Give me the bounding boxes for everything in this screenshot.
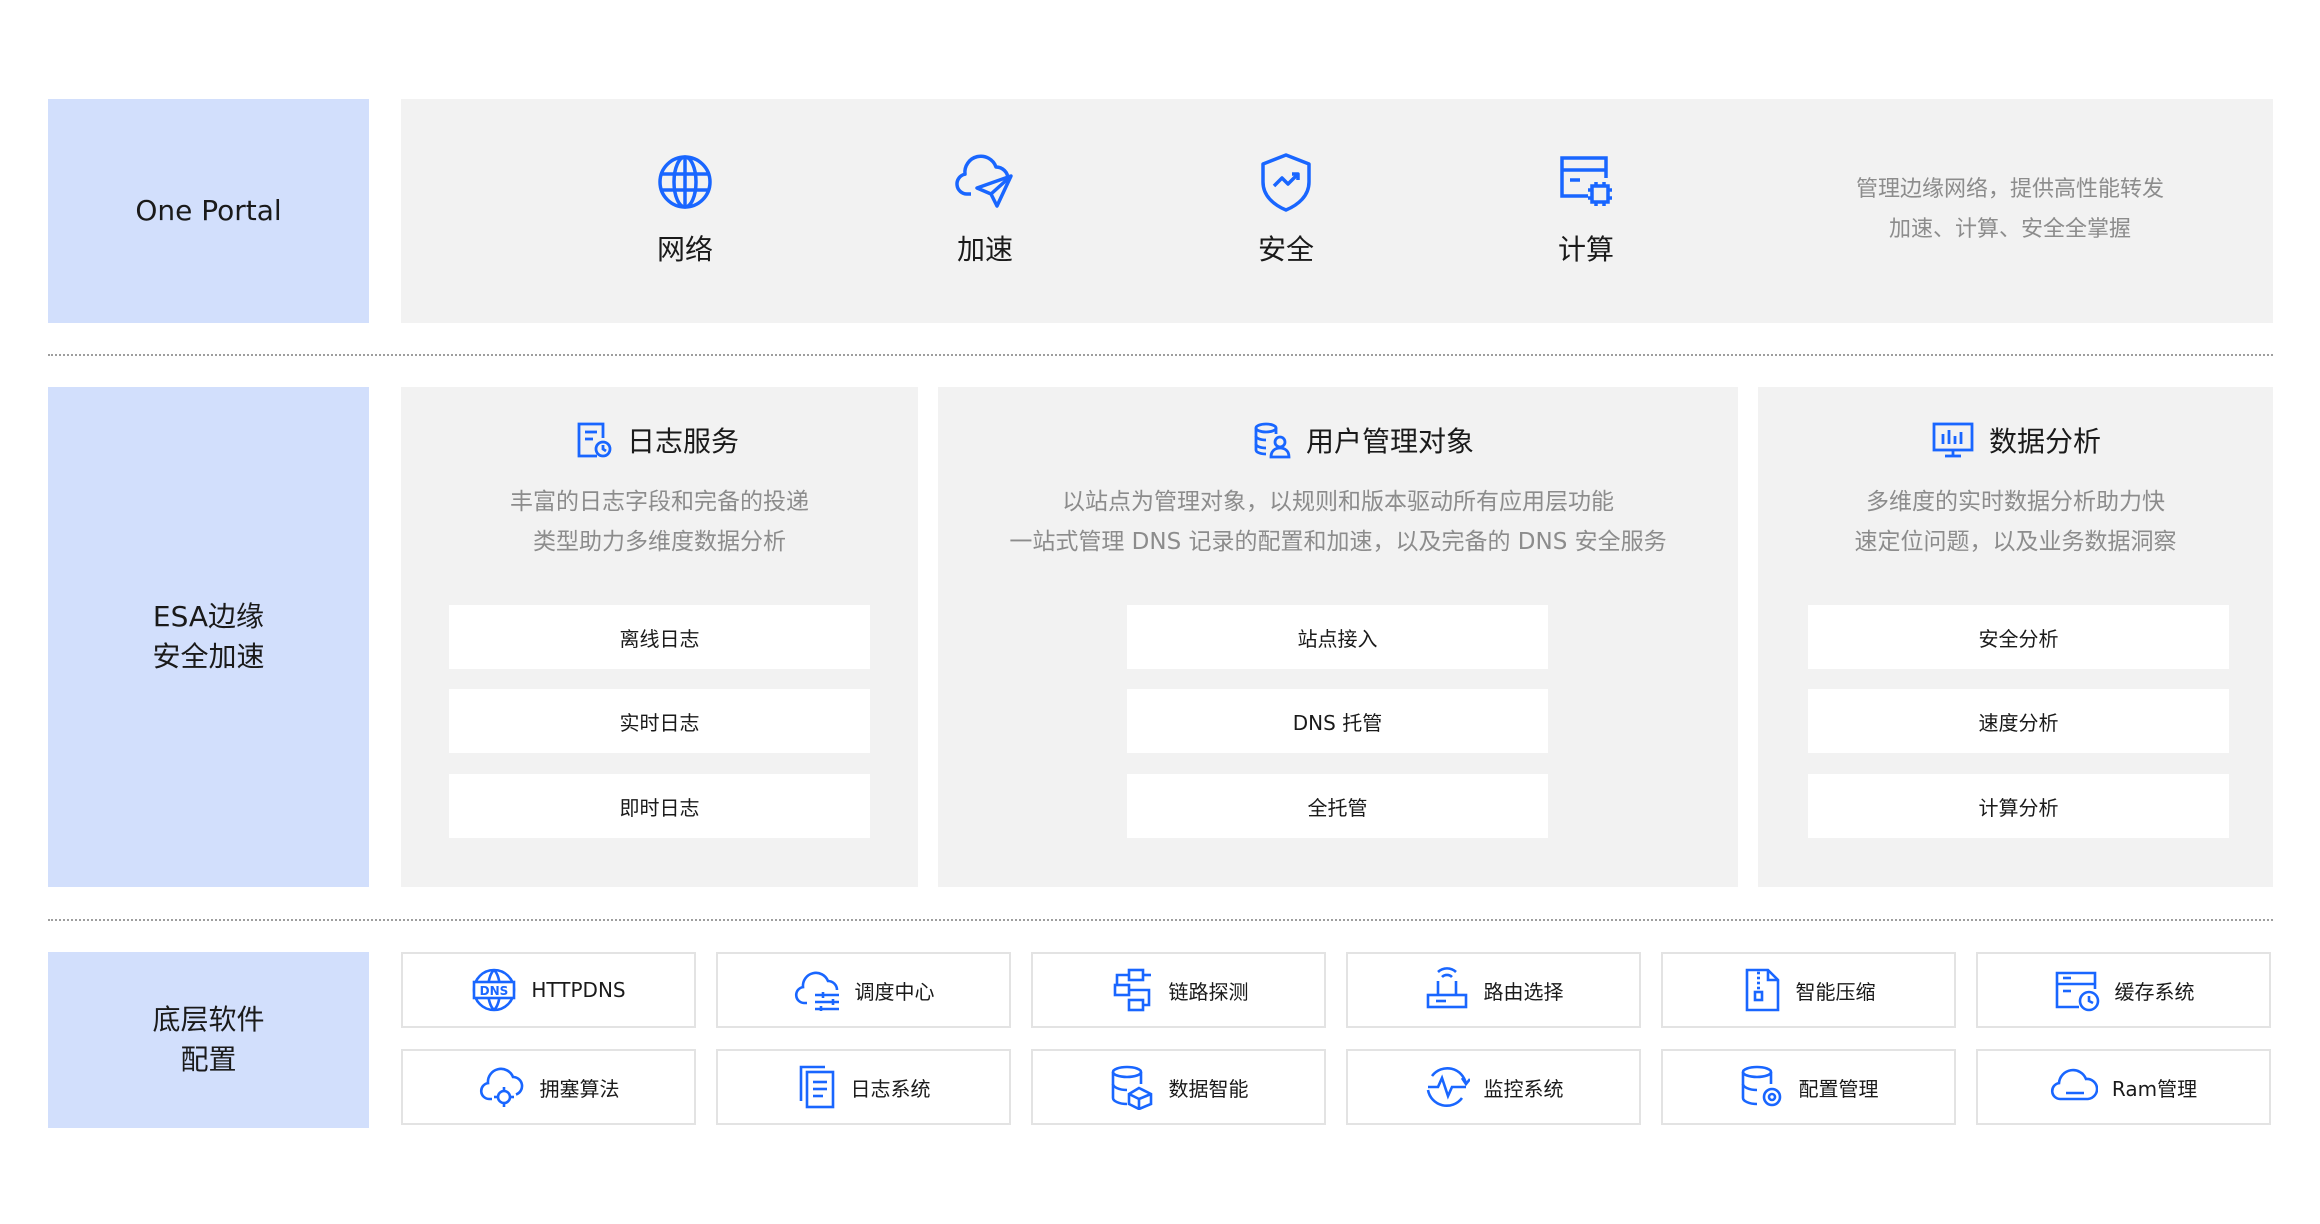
row-divider bbox=[48, 354, 2273, 356]
cloud-paper-plane-icon bbox=[955, 154, 1013, 208]
portal-item-label: 加速 bbox=[956, 233, 1013, 266]
portal-row-label: One Portal bbox=[48, 99, 369, 323]
portal-item-network[interactable]: 网络 bbox=[615, 150, 755, 268]
feature-item-instant-log[interactable]: 即时日志 bbox=[449, 774, 870, 838]
router-icon bbox=[1426, 967, 1467, 1009]
link-nodes-icon bbox=[1113, 968, 1151, 1012]
dns-globe-icon: DNS bbox=[473, 968, 516, 1012]
tile-link-probe[interactable]: 链路探测 bbox=[1031, 952, 1326, 1028]
panel-title: 日志服务 bbox=[575, 420, 739, 460]
tile-smart-compression[interactable]: 智能压缩 bbox=[1661, 952, 1956, 1028]
svg-text:DNS: DNS bbox=[480, 984, 509, 998]
panel-title: 用户管理对象 bbox=[1252, 420, 1474, 460]
feature-item-full-hosting[interactable]: 全托管 bbox=[1127, 774, 1548, 838]
feature-item-dns-hosting[interactable]: DNS 托管 bbox=[1127, 689, 1548, 753]
row-divider bbox=[48, 919, 2273, 921]
tile-label: 路由选择 bbox=[1483, 979, 1564, 1004]
panel-description-line: 多维度的实时数据分析助力快 bbox=[1866, 489, 2165, 515]
esa-row-label: ESA边缘 安全加速 bbox=[48, 387, 369, 887]
tile-config-management[interactable]: 配置管理 bbox=[1661, 1049, 1956, 1125]
tile-label: 缓存系统 bbox=[2114, 979, 2195, 1004]
globe-icon bbox=[658, 155, 712, 209]
portal-item-label: 安全 bbox=[1257, 233, 1314, 266]
database-cube-icon bbox=[1111, 1065, 1152, 1110]
zip-file-icon bbox=[1745, 968, 1779, 1012]
feature-item-realtime-log[interactable]: 实时日志 bbox=[449, 689, 870, 753]
monitor-pulse-icon bbox=[1426, 1066, 1470, 1108]
panel-description: 丰富的日志字段和完备的投递 类型助力多维度数据分析 bbox=[401, 482, 918, 562]
portal-item-label: 网络 bbox=[656, 233, 713, 266]
portal-description: 管理边缘网络，提供高性能转发 加速、计算、安全全掌握 bbox=[1770, 170, 2250, 250]
feature-item-offline-log[interactable]: 离线日志 bbox=[449, 605, 870, 669]
tile-monitoring-system[interactable]: 监控系统 bbox=[1346, 1049, 1641, 1125]
portal-description-line: 加速、计算、安全全掌握 bbox=[1888, 217, 2131, 242]
feature-item-security-analysis[interactable]: 安全分析 bbox=[1808, 605, 2229, 669]
panel-description-line: 丰富的日志字段和完备的投递 bbox=[510, 489, 809, 515]
tile-label: HTTPDNS bbox=[531, 978, 626, 1002]
panel-description: 多维度的实时数据分析助力快 速定位问题，以及业务数据洞察 bbox=[1758, 482, 2273, 562]
panel-title-text: 日志服务 bbox=[627, 425, 740, 458]
tile-route-selection[interactable]: 路由选择 bbox=[1346, 952, 1641, 1028]
tile-cache-system[interactable]: 缓存系统 bbox=[1976, 952, 2271, 1028]
portal-item-compute[interactable]: 计算 bbox=[1516, 150, 1656, 268]
panel-description-line: 以站点为管理对象，以规则和版本驱动所有应用层功能 bbox=[1062, 489, 1614, 515]
panel-description: 以站点为管理对象，以规则和版本驱动所有应用层功能 一站式管理 DNS 记录的配置… bbox=[938, 482, 1738, 562]
panel-description-line: 一站式管理 DNS 记录的配置和加速，以及完备的 DNS 安全服务 bbox=[1009, 529, 1667, 555]
cache-clock-icon bbox=[2055, 971, 2099, 1012]
tile-data-intelligence[interactable]: 数据智能 bbox=[1031, 1049, 1326, 1125]
panel-title-text: 用户管理对象 bbox=[1306, 425, 1475, 458]
feature-item-compute-analysis[interactable]: 计算分析 bbox=[1808, 774, 2229, 838]
tile-congestion-algorithm[interactable]: 拥塞算法 bbox=[401, 1049, 696, 1125]
feature-item-speed-analysis[interactable]: 速度分析 bbox=[1808, 689, 2229, 753]
panel-description-line: 速定位问题，以及业务数据洞察 bbox=[1854, 529, 2177, 555]
tile-label: 数据智能 bbox=[1168, 1076, 1249, 1101]
log-pages-icon bbox=[799, 1065, 834, 1109]
tile-scheduling-center[interactable]: 调度中心 bbox=[716, 952, 1011, 1028]
tile-label: 监控系统 bbox=[1483, 1076, 1564, 1101]
tile-label: 调度中心 bbox=[854, 979, 935, 1004]
cloud-gear-icon bbox=[479, 1067, 523, 1107]
portal-item-security[interactable]: 安全 bbox=[1216, 150, 1356, 268]
tile-ram-management[interactable]: Ram管理 bbox=[1976, 1049, 2271, 1125]
tile-httpdns[interactable]: DNS HTTPDNS bbox=[401, 952, 696, 1028]
portal-item-acceleration[interactable]: 加速 bbox=[915, 150, 1055, 268]
base-row-label: 底层软件 配置 bbox=[48, 952, 369, 1128]
database-user-icon bbox=[1254, 422, 1291, 459]
tile-label: 智能压缩 bbox=[1795, 979, 1876, 1004]
database-gear-icon bbox=[1741, 1065, 1781, 1107]
monitor-chart-icon bbox=[1932, 422, 1974, 458]
cloud-ram-icon bbox=[2050, 1068, 2098, 1101]
tile-label: Ram管理 bbox=[2111, 1076, 2198, 1101]
tile-label: 日志系统 bbox=[850, 1076, 931, 1101]
panel-description-line: 类型助力多维度数据分析 bbox=[533, 529, 786, 555]
tile-label: 配置管理 bbox=[1798, 1076, 1879, 1101]
tile-label: 链路探测 bbox=[1168, 979, 1249, 1004]
portal-description-line: 管理边缘网络，提供高性能转发 bbox=[1855, 177, 2164, 202]
panel-title: 数据分析 bbox=[1931, 420, 2101, 460]
panel-title-text: 数据分析 bbox=[1989, 425, 2102, 458]
tile-log-system[interactable]: 日志系统 bbox=[716, 1049, 1011, 1125]
cloud-sliders-icon bbox=[794, 971, 839, 1011]
compute-chip-icon bbox=[1560, 156, 1612, 206]
portal-item-label: 计算 bbox=[1557, 233, 1614, 266]
feature-item-site-access[interactable]: 站点接入 bbox=[1127, 605, 1548, 669]
shield-check-icon bbox=[1261, 153, 1311, 212]
log-document-icon bbox=[577, 422, 612, 458]
tile-label: 拥塞算法 bbox=[539, 1076, 620, 1101]
